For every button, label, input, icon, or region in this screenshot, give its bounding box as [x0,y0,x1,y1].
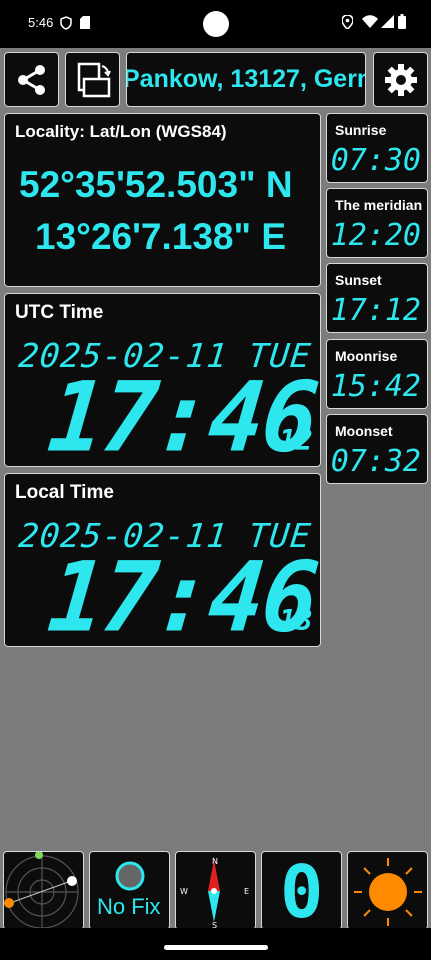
utc-seconds: 12 [279,424,313,457]
meridian-panel[interactable]: The meridian 12:20 [326,188,428,258]
sky-plot-icon [4,852,79,929]
satellite-count: 0 [280,851,324,930]
compass-n: N [212,857,218,866]
locality-label: Locality: Lat/Lon (WGS84) [15,122,227,141]
meridian-label: The meridian [335,197,423,213]
local-time-panel[interactable]: Local Time 2025-02-11 TUE 17:46 13 [4,473,322,654]
navigation-bar [0,928,431,960]
sunset-panel[interactable]: Sunset 17:12 [326,263,428,333]
longitude-value: 13°26'7.138" E [35,216,286,257]
moonrise-value: 15:42 [330,369,421,404]
shield-icon [60,16,72,30]
meridian-value: 12:20 [330,218,421,253]
gps-status-label: No Fix [97,894,161,919]
locality-panel[interactable]: Locality: Lat/Lon (WGS84) 52°35'52.503" … [4,113,321,287]
moonrise-panel[interactable]: Moonrise 15:42 [326,339,428,409]
status-time: 5:46 [28,15,54,30]
gps-status-button[interactable]: No Fix [89,851,170,930]
sun-view-button[interactable] [347,851,428,930]
share-icon [17,64,45,95]
location-icon [342,15,353,29]
sky-view-button[interactable] [3,851,84,930]
compass-e: E [244,887,249,896]
sunset-value: 17:12 [330,293,421,328]
battery-icon [398,14,406,29]
moonset-panel[interactable]: Moonset 07:32 [326,414,428,484]
gps-fix-icon [115,861,145,891]
utc-time-panel[interactable]: UTC Time 2025-02-11 TUE 17:46 12 [4,293,322,474]
sunrise-label: Sunrise [335,122,387,138]
sunset-label: Sunset [335,272,382,288]
compass-icon: N S E W [180,857,249,929]
latitude-value: 52°35'52.503" N [19,164,293,205]
sd-card-icon [80,16,90,29]
settings-button[interactable] [373,52,428,107]
home-gesture-pill[interactable] [164,945,268,950]
satellite-count-button[interactable]: 0 [261,851,342,930]
status-bar: 5:46 [0,0,431,48]
moonset-label: Moonset [335,423,393,439]
location-name-bar[interactable]: Pankow, 13127, Germany [126,52,366,107]
compass-button[interactable]: N S E W [175,851,256,930]
rotate-screen-button[interactable] [65,52,120,107]
moonrise-label: Moonrise [335,348,398,364]
utc-time-label: UTC Time [15,302,104,323]
gear-icon [384,63,417,96]
sun-icon [354,858,422,926]
sunrise-value: 07:30 [330,143,421,178]
sunrise-panel[interactable]: Sunrise 07:30 [326,113,428,183]
wifi-icon [362,15,378,28]
moonset-value: 07:32 [330,444,421,479]
location-name: Pankow, 13127, Germany [126,65,365,93]
compass-w: W [180,887,188,896]
screen-rotation-icon [77,62,111,97]
local-time-label: Local Time [15,482,114,503]
share-button[interactable] [4,52,59,107]
signal-icon [381,15,394,28]
local-seconds: 13 [279,604,313,637]
camera-cutout [203,11,229,37]
